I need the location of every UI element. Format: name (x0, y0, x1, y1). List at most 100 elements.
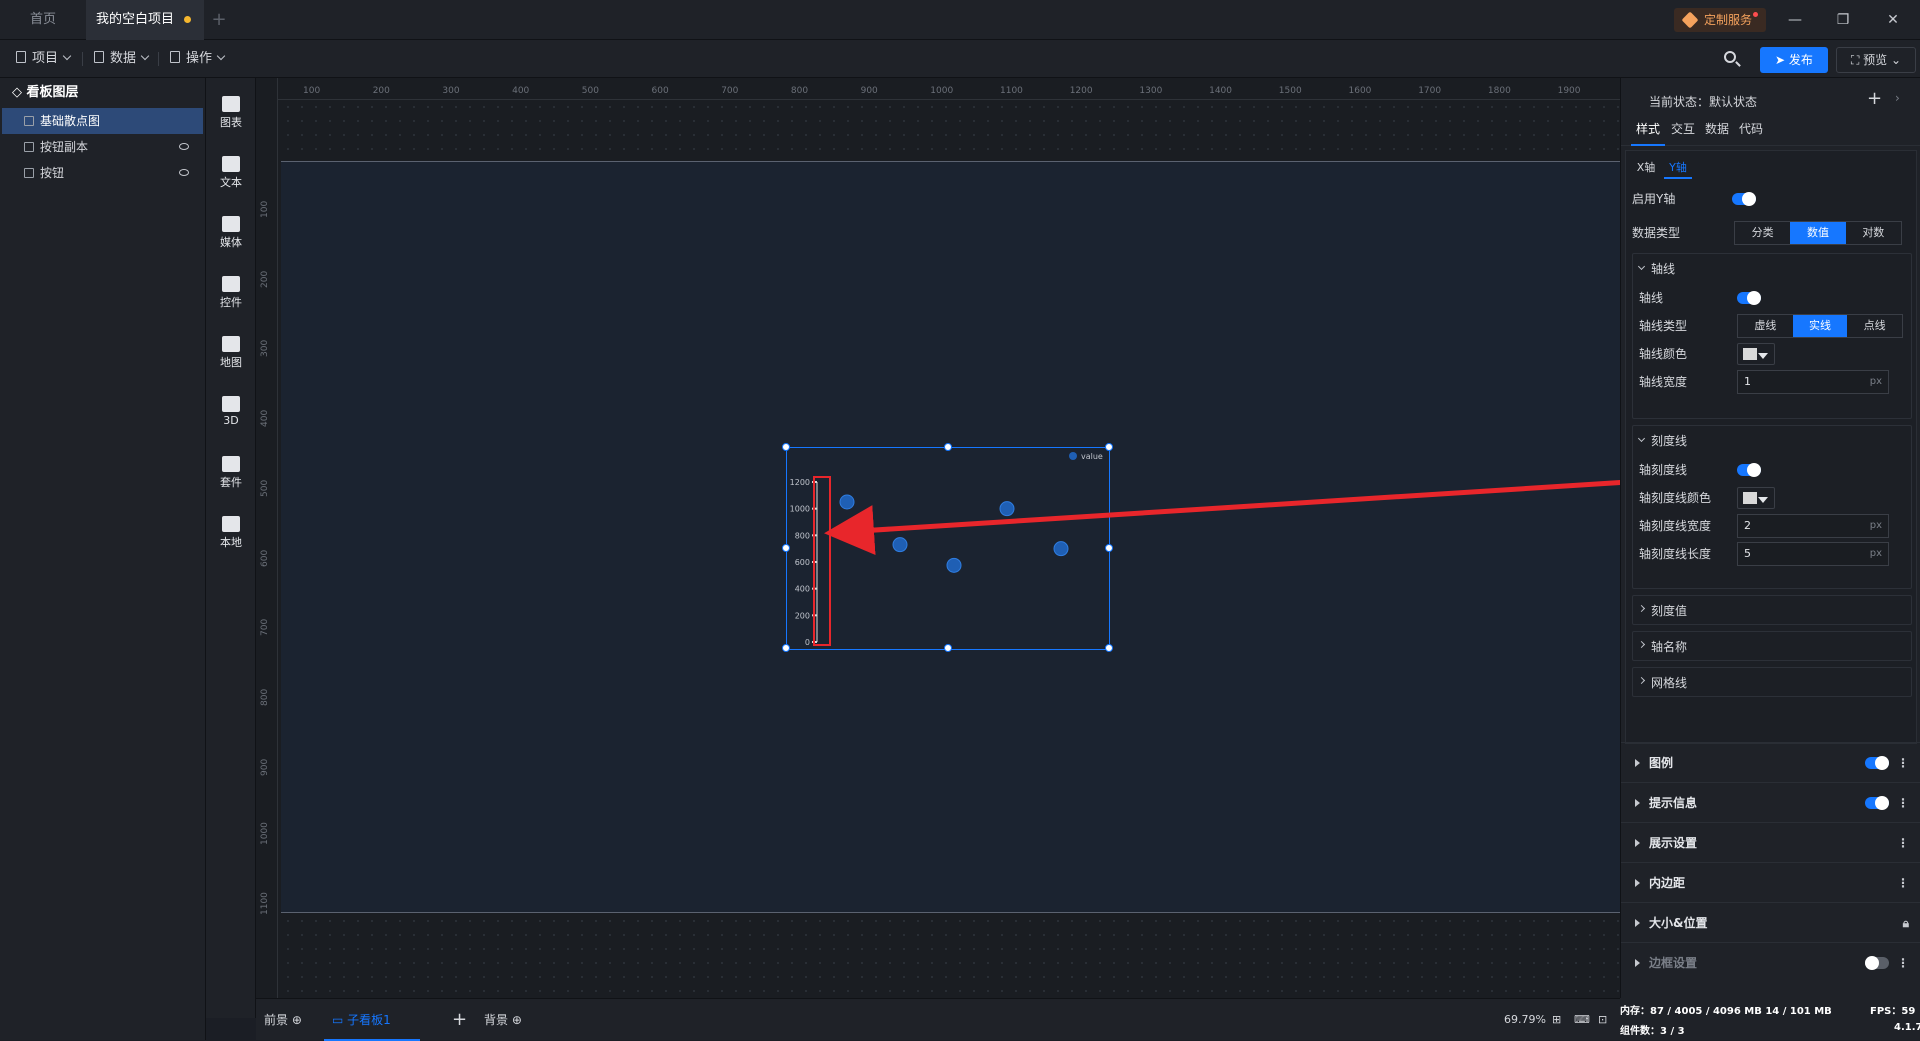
component-control[interactable]: 控件 (206, 268, 256, 328)
component-media[interactable]: 媒体 (206, 208, 256, 268)
search-icon[interactable] (1722, 49, 1742, 69)
component-map[interactable]: 地图 (206, 328, 256, 388)
gridline-section[interactable]: 网格线 (1632, 667, 1912, 697)
component-text[interactable]: 文本 (206, 148, 256, 208)
tick-color-picker[interactable] (1737, 487, 1775, 509)
preview-button[interactable]: ⛶ 预览 ⌄ (1836, 47, 1916, 73)
lock-icon[interactable]: 🔒︎ (1903, 903, 1909, 943)
axisline-color-picker[interactable] (1737, 343, 1775, 365)
axisline-section: 轴线 轴线 轴线类型 虚线 实线 点线 轴线颜色 轴线宽度 1px (1632, 253, 1912, 419)
component-kit[interactable]: 套件 (206, 448, 256, 508)
terminal-icon[interactable]: ⊡ (1598, 999, 1607, 1041)
background-tab[interactable]: 背景 ⊕ (484, 999, 522, 1041)
legend-accordion[interactable]: 图例⋮ (1621, 742, 1920, 782)
tab-x-axis[interactable]: X轴 (1632, 157, 1660, 179)
custom-service-button[interactable]: 定制服务 (1674, 8, 1766, 32)
scatter-chart-widget[interactable]: 120010008006004002000value (786, 447, 1110, 650)
tick-length-input[interactable]: 5px (1737, 542, 1889, 566)
layer-item-scatter[interactable]: 基础散点图 (2, 108, 203, 134)
component-label: 地图 (206, 354, 256, 370)
tick-width-input[interactable]: 2px (1737, 514, 1889, 538)
eye-hidden-icon[interactable] (179, 143, 189, 150)
tab-home[interactable]: 首页 (0, 0, 86, 40)
tooltip-toggle[interactable] (1865, 797, 1889, 809)
component-3d[interactable]: 3D (206, 388, 256, 448)
data-type-value[interactable]: 数值 (1790, 222, 1845, 244)
tick-toggle[interactable] (1737, 464, 1761, 476)
resize-handle[interactable] (944, 443, 952, 451)
resize-handle[interactable] (944, 644, 952, 652)
foreground-tab[interactable]: 前景 ⊕ (264, 999, 302, 1041)
component-local[interactable]: 本地 (206, 508, 256, 568)
tab-interaction[interactable]: 交互 (1667, 112, 1699, 146)
publish-button[interactable]: ➤ 发布 (1760, 47, 1828, 73)
tick-length-value: 5 (1744, 547, 1751, 560)
zoom-level[interactable]: 69.79% (1504, 999, 1546, 1041)
add-circle-icon[interactable]: ⊕ (292, 1013, 302, 1027)
add-state-button[interactable]: + (1867, 88, 1882, 109)
tab-code[interactable]: 代码 (1735, 112, 1767, 146)
add-board-button[interactable]: + (452, 999, 467, 1041)
keyboard-icon[interactable]: ⌨ (1574, 999, 1590, 1041)
line-solid[interactable]: 实线 (1793, 315, 1848, 337)
axis-name-section[interactable]: 轴名称 (1632, 631, 1912, 661)
padding-accordion[interactable]: 内边距⋮ (1621, 862, 1920, 902)
resize-handle[interactable] (1105, 443, 1113, 451)
resize-handle[interactable] (782, 443, 790, 451)
resize-handle[interactable] (782, 644, 790, 652)
minimize-button[interactable]: — (1780, 8, 1810, 32)
axisline-width-input[interactable]: 1px (1737, 370, 1889, 394)
tab-data[interactable]: 数据 (1701, 112, 1733, 146)
project-menu-label: 项目 (32, 51, 58, 66)
more-icon[interactable]: ⋮ (1897, 783, 1909, 823)
tick-value-section[interactable]: 刻度值 (1632, 595, 1912, 625)
display-accordion[interactable]: 展示设置⋮ (1621, 822, 1920, 862)
subboard-tab[interactable]: ▭ 子看板1 (324, 999, 420, 1041)
more-icon[interactable]: ⋮ (1897, 743, 1909, 783)
tooltip-accordion[interactable]: 提示信息⋮ (1621, 782, 1920, 822)
close-button[interactable]: ✕ (1878, 8, 1908, 32)
more-icon[interactable]: ⋮ (1897, 863, 1909, 903)
legend-toggle[interactable] (1865, 757, 1889, 769)
line-dotted[interactable]: 点线 (1847, 315, 1902, 337)
layer-label: 基础散点图 (40, 114, 100, 128)
layer-item-button-copy[interactable]: 按钮副本 (2, 134, 203, 160)
enable-y-toggle[interactable] (1732, 193, 1756, 205)
more-icon[interactable]: ⋮ (1897, 943, 1909, 983)
tick-section-header[interactable]: 刻度线 (1633, 426, 1911, 456)
data-type-category[interactable]: 分类 (1735, 222, 1790, 244)
data-type-log[interactable]: 对数 (1846, 222, 1901, 244)
operate-menu[interactable]: 操作 (166, 48, 228, 70)
add-circle-icon[interactable]: ⊕ (512, 1013, 522, 1027)
fit-screen-icon[interactable]: ⊞ (1552, 999, 1561, 1041)
border-toggle[interactable] (1865, 957, 1889, 969)
chevron-right-icon[interactable]: › (1895, 91, 1900, 105)
layer-item-button[interactable]: 按钮 (2, 160, 203, 186)
resize-handle[interactable] (782, 544, 790, 552)
axisline-section-header[interactable]: 轴线 (1633, 254, 1911, 284)
ruler-tick-label: 1800 (1488, 86, 1511, 96)
resize-handle[interactable] (1105, 644, 1113, 652)
resize-handle[interactable] (1105, 544, 1113, 552)
add-tab-button[interactable]: + (206, 0, 232, 40)
foreground-label: 前景 (264, 1013, 288, 1027)
tab-y-axis[interactable]: Y轴 (1664, 157, 1692, 179)
size-position-accordion[interactable]: 大小&位置🔒︎ (1621, 902, 1920, 942)
project-menu[interactable]: 项目 (12, 48, 74, 70)
layers-title-label: 看板图层 (27, 85, 79, 100)
restore-button[interactable]: ❐ (1828, 8, 1858, 32)
axisline-toggle[interactable] (1737, 292, 1761, 304)
component-label: 本地 (206, 534, 256, 550)
line-dashed[interactable]: 虚线 (1738, 315, 1793, 337)
tab-project[interactable]: 我的空白项目 (86, 0, 204, 40)
component-chart[interactable]: 图表 (206, 88, 256, 148)
image-layer-icon (24, 168, 34, 178)
border-accordion[interactable]: 边框设置⋮ (1621, 942, 1920, 982)
more-icon[interactable]: ⋮ (1897, 823, 1909, 863)
canvas-area[interactable]: 1002003004005006007008009001000110012001… (256, 78, 1620, 998)
chevron-down-icon (141, 52, 149, 60)
grid-icon (170, 51, 180, 63)
eye-hidden-icon[interactable] (179, 169, 189, 176)
tab-style[interactable]: 样式 (1631, 112, 1665, 146)
data-menu[interactable]: 数据 (90, 48, 152, 70)
